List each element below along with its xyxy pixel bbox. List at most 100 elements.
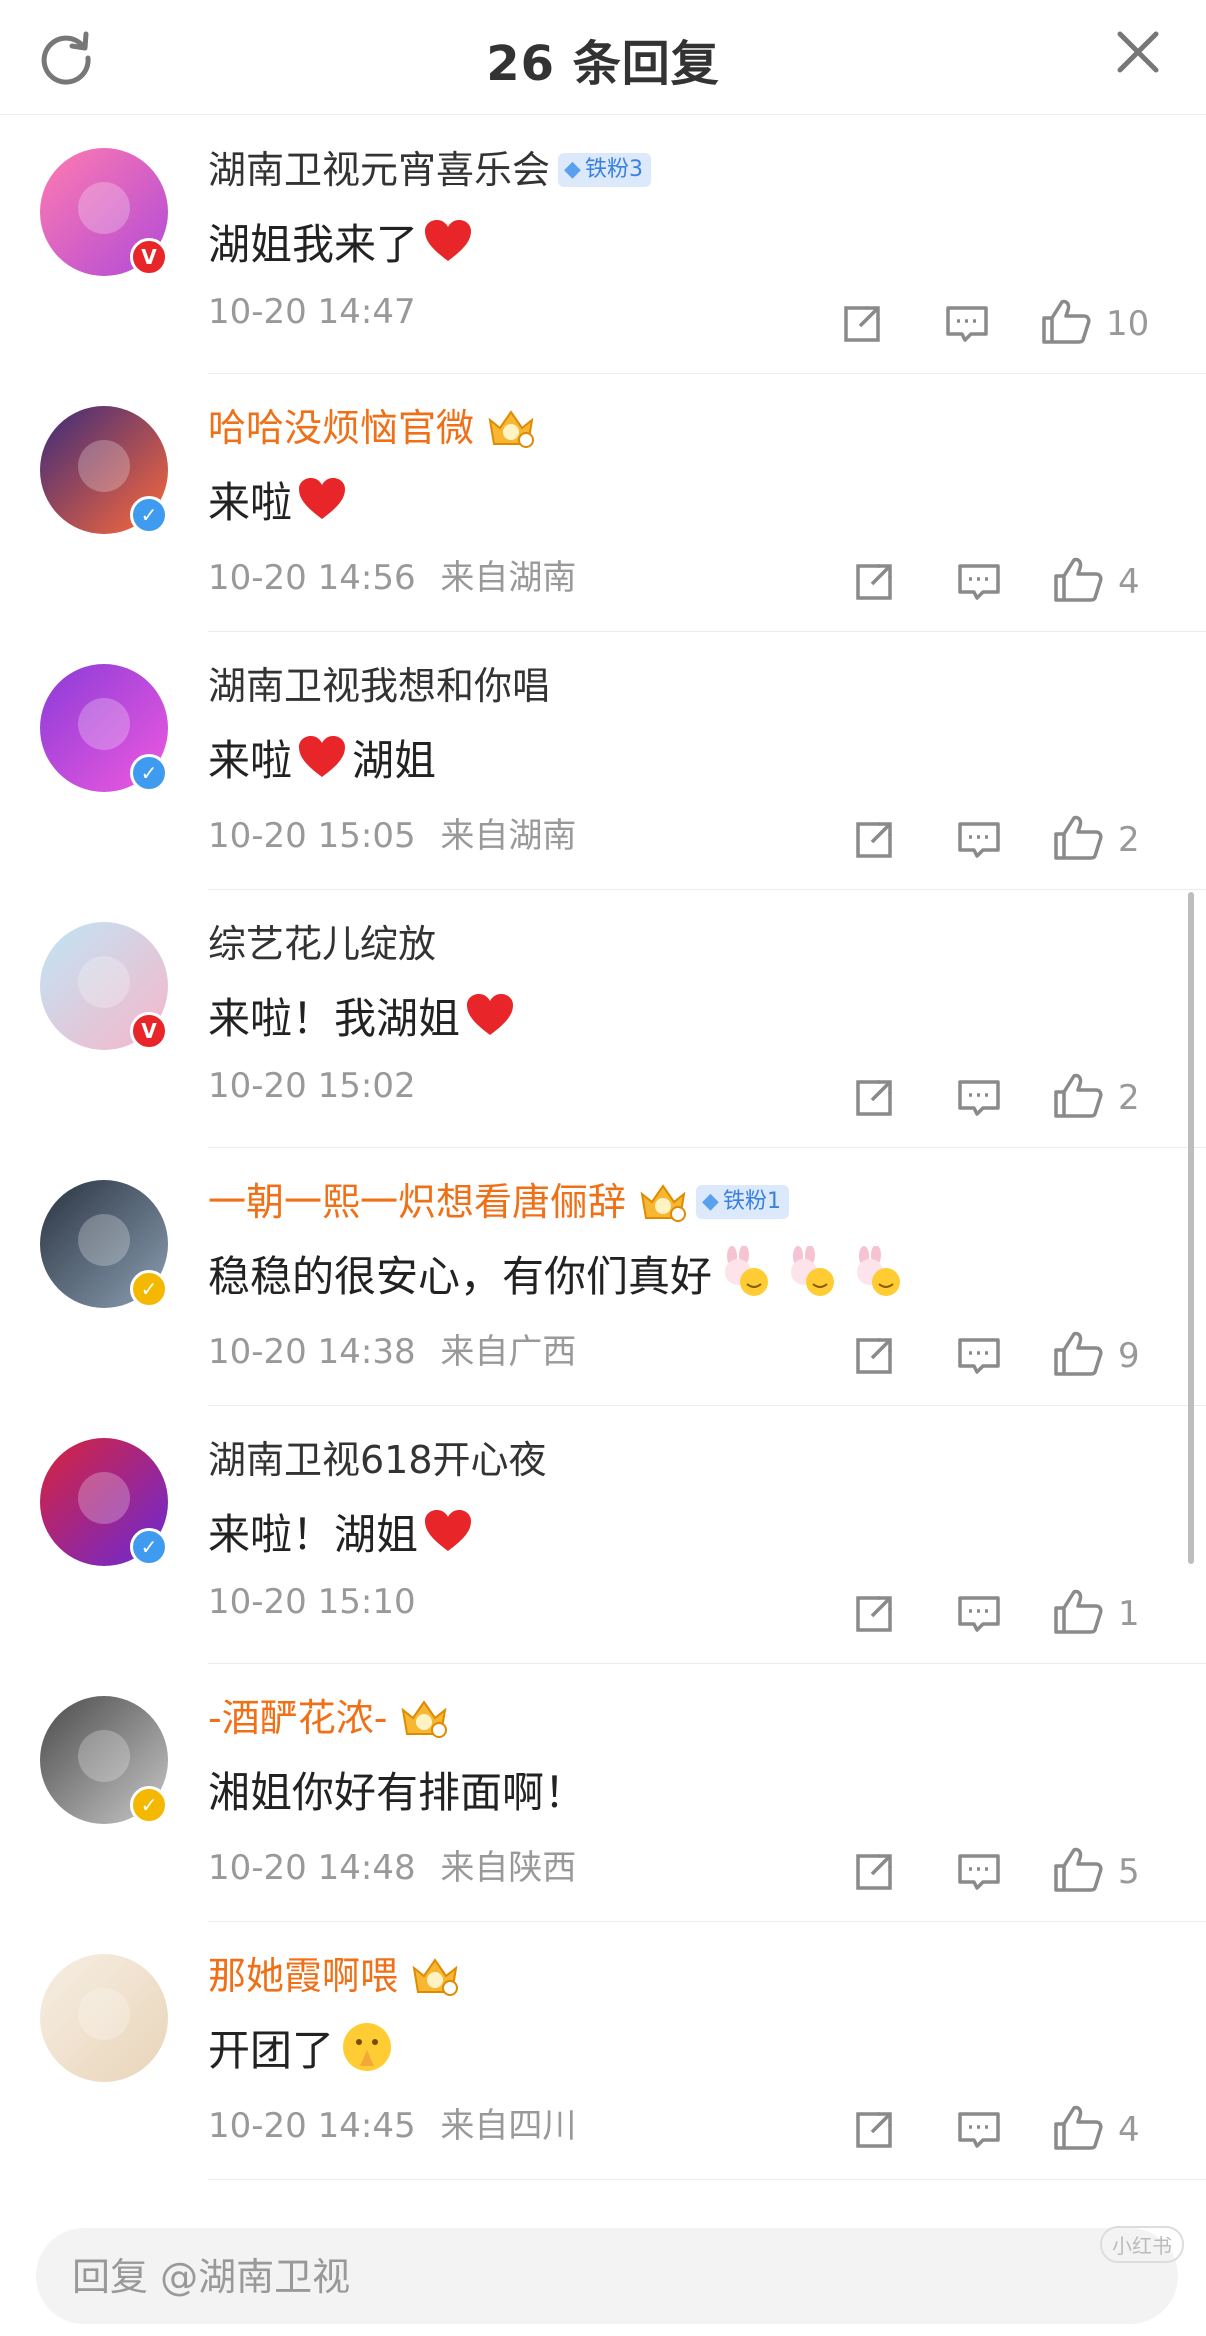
avatar[interactable]: ✓ [40,1696,168,1824]
share-icon[interactable] [838,300,886,348]
comment-item[interactable]: ✓ 湖南卫视我想和你唱 来啦 湖姐 10-20 15:05 来自湖南 2 [0,632,1206,890]
username[interactable]: -酒酽花浓- [208,1694,387,1742]
comment-icon[interactable] [955,1848,1003,1896]
location: 来自湖南 [440,558,577,598]
crown-badge-icon [412,1958,459,1996]
timestamp: 10-20 15:02 [208,1066,416,1106]
share-icon[interactable] [850,816,898,864]
comment-body: 湘姐你好有排面啊！ [208,1767,587,1817]
share-icon[interactable] [850,1332,898,1380]
comment-meta: 10-20 15:02 [208,1066,430,1106]
comment-body-tail: 湖姐 [352,735,437,785]
bunny-emoji-icon [857,1246,901,1296]
like-icon[interactable] [1052,1328,1104,1380]
bunny-emoji-icon [791,1246,835,1296]
comment-meta: 10-20 15:10 [208,1582,430,1622]
comment-text: 开团了 [208,2018,400,2076]
username[interactable]: 湖南卫视我想和你唱 [208,662,550,710]
comment-item[interactable]: ✓ 一朝一熙一炽想看唐俪辞 ◆ 铁粉1 稳稳的很安心，有你们真好 10-20 14… [0,1148,1206,1406]
location: 来自湖南 [440,816,577,856]
reply-input[interactable] [70,2228,974,2326]
timestamp: 10-20 15:05 [208,816,416,856]
username[interactable]: 综艺花儿绽放 [208,920,436,968]
header: 26 条回复 [0,0,1206,115]
name-row: 综艺花儿绽放 [208,920,436,968]
username[interactable]: 那她霞啊喂 [208,1952,398,2000]
heart-icon [425,1510,472,1551]
avatar[interactable]: ✓ [40,664,168,792]
share-icon[interactable] [850,1074,898,1122]
heart-icon [299,478,346,519]
comment-item[interactable]: ✓ -酒酽花浓- 湘姐你好有排面啊！ 10-20 14:48 来自陕西 5 [0,1664,1206,1922]
comment-item[interactable]: ✓ 哈哈没烦恼官微 来啦 10-20 14:56 来自湖南 4 [0,374,1206,632]
comment-icon[interactable] [955,1332,1003,1380]
name-row: 一朝一熙一炽想看唐俪辞 ◆ 铁粉1 [208,1178,789,1226]
share-icon[interactable] [850,558,898,606]
username[interactable]: 湖南卫视618开心夜 [208,1436,547,1484]
username[interactable]: 湖南卫视元宵喜乐会 [208,146,550,194]
name-row: 湖南卫视我想和你唱 [208,662,550,710]
comment-meta: 10-20 14:48 来自陕西 [208,1840,576,1889]
heart-icon [467,994,514,1035]
like-count: 1 [1118,1594,1140,1634]
timestamp: 10-20 14:47 [208,292,416,332]
comment-text: 湖姐我来了 [208,212,478,270]
comment-body: 来啦！我湖姐 [208,993,461,1043]
reply-input-container[interactable] [36,2228,1178,2326]
verified-badge-icon: ✓ [130,754,168,792]
crown-badge-icon [402,1700,448,1738]
like-count: 9 [1118,1336,1140,1376]
like-icon[interactable] [1052,1586,1104,1638]
avatar-image [40,1954,168,2082]
like-count: 2 [1118,1078,1140,1118]
comment-body: 开团了 [208,2025,335,2075]
share-icon[interactable] [850,2106,898,2154]
watermark: 小红书 [1100,2226,1184,2263]
avatar[interactable]: V [40,922,168,1050]
timestamp: 10-20 14:56 [208,558,416,598]
like-icon[interactable] [1040,296,1092,348]
avatar[interactable]: V [40,148,168,276]
comment-meta: 10-20 14:56 来自湖南 [208,550,576,599]
avatar[interactable] [40,1954,168,2082]
comment-icon[interactable] [943,300,991,348]
location: 来自四川 [440,2106,577,2146]
like-icon[interactable] [1052,812,1104,864]
comment-icon[interactable] [955,1074,1003,1122]
comment-item[interactable]: V 湖南卫视元宵喜乐会 ◆ 铁粉3 湖姐我来了 10-20 14:47 10 [0,116,1206,374]
comment-item[interactable]: V 综艺花儿绽放 来啦！我湖姐 10-20 15:02 2 [0,890,1206,1148]
comment-body: 来啦 [208,477,293,527]
share-icon[interactable] [850,1848,898,1896]
username[interactable]: 一朝一熙一炽想看唐俪辞 [208,1178,626,1226]
scrollbar[interactable] [1188,892,1194,1564]
like-count: 4 [1118,2110,1140,2150]
heart-icon [425,220,472,261]
avatar[interactable]: ✓ [40,1438,168,1566]
comment-body: 来啦 [208,735,293,785]
comment-icon[interactable] [955,558,1003,606]
avatar[interactable]: ✓ [40,406,168,534]
name-row: 湖南卫视元宵喜乐会 ◆ 铁粉3 [208,146,651,194]
verified-badge-icon: ✓ [130,496,168,534]
like-icon[interactable] [1052,554,1104,606]
comment-icon[interactable] [955,1590,1003,1638]
comment-meta: 10-20 14:45 来自四川 [208,2098,576,2147]
close-icon[interactable] [1108,22,1168,82]
avatar[interactable]: ✓ [40,1180,168,1308]
comment-item[interactable]: ✓ 湖南卫视618开心夜 来啦！湖姐 10-20 15:10 1 [0,1406,1206,1664]
comment-icon[interactable] [955,816,1003,864]
diamond-icon: ◆ [564,157,581,182]
share-icon[interactable] [850,1590,898,1638]
username[interactable]: 哈哈没烦恼官微 [208,404,474,452]
like-count: 2 [1118,820,1140,860]
location: 来自陕西 [440,1848,577,1888]
like-icon[interactable] [1052,1844,1104,1896]
comment-meta: 10-20 15:05 来自湖南 [208,808,576,857]
timestamp: 10-20 14:48 [208,1848,416,1888]
comment-icon[interactable] [955,2106,1003,2154]
comment-text: 湘姐你好有排面啊！ [208,1760,586,1818]
comment-body: 湖姐我来了 [208,219,419,269]
like-icon[interactable] [1052,2102,1104,2154]
like-icon[interactable] [1052,1070,1104,1122]
comment-item[interactable]: 那她霞啊喂 开团了 10-20 14:45 来自四川 4 [0,1922,1206,2180]
